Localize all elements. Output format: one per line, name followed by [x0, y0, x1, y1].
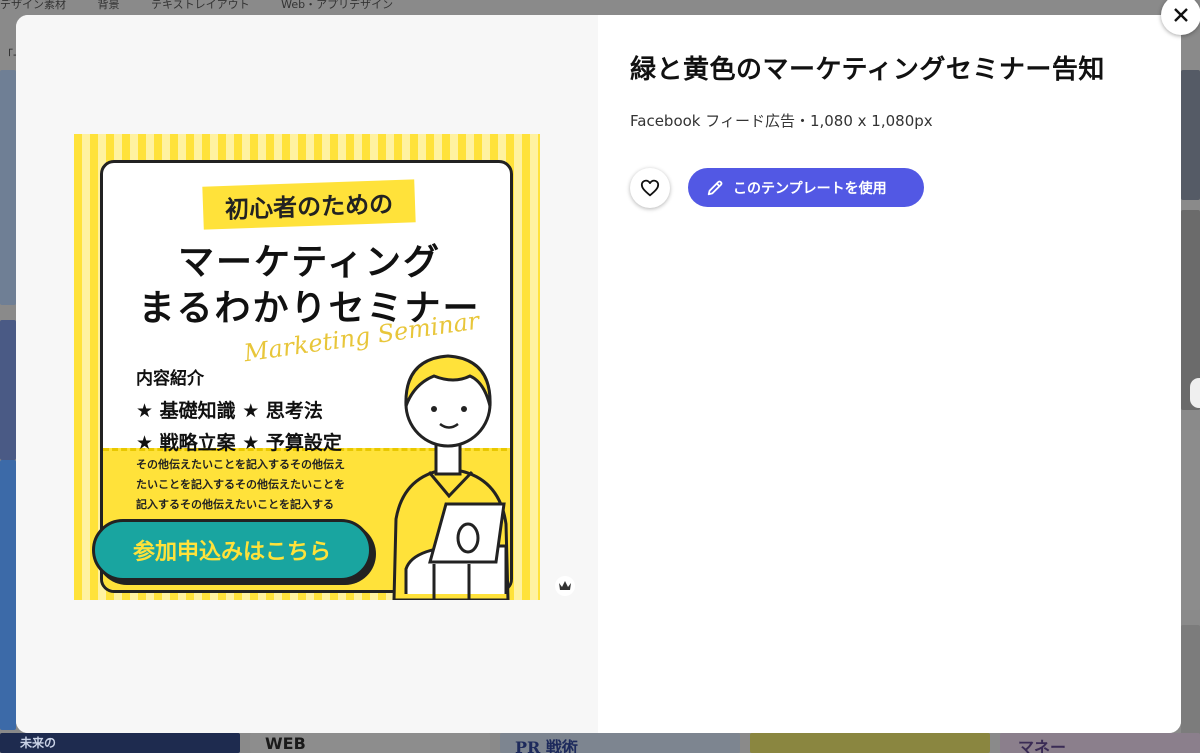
close-button[interactable]	[1161, 0, 1200, 35]
background-breadcrumb: 「-	[2, 48, 17, 61]
background-tile	[1181, 70, 1200, 200]
background-tile	[0, 320, 16, 460]
crown-icon	[555, 576, 575, 596]
template-title: 緑と黄色のマーケティングセミナー告知	[630, 55, 1105, 85]
background-tile	[750, 733, 990, 753]
background-nav-item: テキストレイアウト	[151, 0, 250, 11]
art-main-title-line1: マーケティング	[177, 242, 442, 283]
heart-icon	[640, 179, 660, 197]
background-nav: デザイン素材 背景 テキストレイアウト Web・アプリデザイン	[0, 0, 1200, 14]
background-tile-text: 未来の	[20, 736, 57, 750]
template-preview-pane: 初心者のための マーケティング まるわかりセミナー Marketing Semi…	[16, 15, 598, 733]
background-tile	[0, 460, 16, 730]
template-detail-pane: 緑と黄色のマーケティングセミナー告知 Facebook フィード広告・1,080…	[598, 15, 1181, 733]
background-next-arrow[interactable]	[1190, 378, 1200, 408]
art-small-line: その他伝えたいことを記入するその他伝え	[136, 458, 345, 471]
art-content-list: 内容紹介 ★ 基礎知識 ★ 思考法 ★ 戦略立案 ★ 予算設定	[136, 363, 342, 459]
background-tile	[1181, 430, 1200, 610]
art-content-heading: 内容紹介	[136, 369, 204, 389]
art-small-line: たいことを記入するその他伝えたいことを	[136, 478, 345, 491]
template-preview-image: 初心者のための マーケティング まるわかりセミナー Marketing Semi…	[74, 134, 540, 600]
art-subtitle: 初心者のための	[202, 179, 416, 230]
favorite-button[interactable]	[630, 168, 670, 208]
template-detail-modal: 初心者のための マーケティング まるわかりセミナー Marketing Semi…	[16, 15, 1181, 733]
background-tile-text: WEB	[265, 734, 306, 753]
art-content-line: ★ 基礎知識 ★ 思考法	[136, 400, 323, 422]
background-tile-text: PR 戦術	[515, 738, 578, 753]
use-template-button[interactable]: このテンプレートを使用	[688, 168, 924, 207]
template-meta: Facebook フィード広告・1,080 x 1,080px	[630, 112, 933, 130]
background-tile	[1181, 625, 1200, 735]
art-cta-button: 参加申込みはこちら	[92, 519, 372, 581]
background-nav-item: 背景	[97, 0, 120, 11]
close-icon	[1174, 8, 1188, 22]
background-tile	[0, 70, 16, 305]
use-template-label: このテンプレートを使用	[733, 180, 887, 197]
background-tile-text: マネー	[1018, 738, 1067, 753]
person-with-laptop-illustration	[392, 354, 510, 600]
background-nav-item: デザイン素材	[0, 0, 66, 11]
pencil-icon	[707, 180, 723, 195]
art-small-text: その他伝えたいことを記入するその他伝え たいことを記入するその他伝えたいことを …	[136, 455, 345, 515]
art-small-line: 記入するその他伝えたいことを記入する	[136, 498, 334, 511]
background-nav-item: Web・アプリデザイン	[281, 0, 394, 11]
